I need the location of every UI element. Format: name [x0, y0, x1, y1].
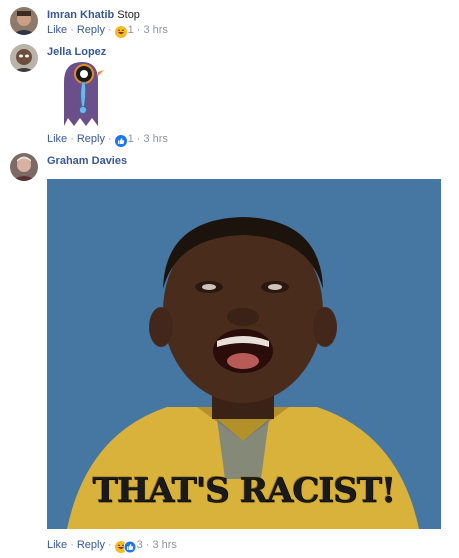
reactions-summary[interactable]	[114, 541, 136, 554]
avatar[interactable]	[10, 44, 38, 72]
crying-bird-icon	[64, 62, 104, 126]
like-button[interactable]: Like	[47, 24, 67, 36]
like-button[interactable]: Like	[47, 133, 67, 145]
separator: ·	[70, 539, 74, 551]
separator: ·	[136, 24, 141, 36]
crying-bird-sticker[interactable]	[54, 56, 106, 128]
like-button[interactable]: Like	[47, 539, 67, 551]
avatar-jella-icon	[10, 44, 38, 72]
comment-thread: Imran Khatib Stop Like · Reply · 1 · 3 hrs Jel…	[0, 0, 459, 558]
avatar[interactable]	[10, 7, 38, 35]
avatar[interactable]	[10, 153, 38, 181]
separator: ·	[107, 24, 112, 36]
reply-button[interactable]: Reply	[77, 24, 105, 36]
comment-author[interactable]: Graham Davies	[47, 155, 127, 167]
reply-button[interactable]: Reply	[77, 133, 105, 145]
reply-button[interactable]: Reply	[77, 539, 105, 551]
separator: ·	[70, 24, 74, 36]
avatar-imran-icon	[10, 7, 38, 35]
reaction-count[interactable]: 3	[137, 539, 143, 551]
timestamp[interactable]: 3 hrs	[143, 24, 167, 36]
separator: ·	[136, 133, 141, 145]
timestamp[interactable]: 3 hrs	[143, 133, 167, 145]
separator: ·	[145, 539, 150, 551]
gif-caption: THAT'S RACIST!	[92, 471, 397, 512]
comment-item: Graham Davies THAT'S RACIST! Like · Repl…	[0, 152, 459, 558]
separator: ·	[107, 539, 112, 551]
comment-text: Stop	[117, 9, 140, 21]
separator: ·	[107, 133, 112, 145]
separator: ·	[70, 133, 74, 145]
avatar-graham-icon	[10, 153, 38, 181]
reaction-count[interactable]: 1	[128, 24, 134, 36]
like-icon	[114, 135, 127, 147]
timestamp[interactable]: 3 hrs	[152, 539, 176, 551]
gif-attachment[interactable]: THAT'S RACIST!	[47, 179, 441, 529]
reactions-summary[interactable]	[114, 26, 127, 39]
comment-item: Imran Khatib Stop Like · Reply · 1 · 3 hrs	[0, 0, 459, 40]
reaction-count[interactable]: 1	[128, 133, 134, 145]
haha-icon	[114, 26, 127, 38]
comment-author[interactable]: Imran Khatib	[47, 9, 114, 21]
comment-item: Jella Lopez Like · Reply · 1 · 3 hrs	[0, 40, 459, 152]
like-icon	[123, 541, 136, 553]
reactions-summary[interactable]	[114, 135, 127, 148]
